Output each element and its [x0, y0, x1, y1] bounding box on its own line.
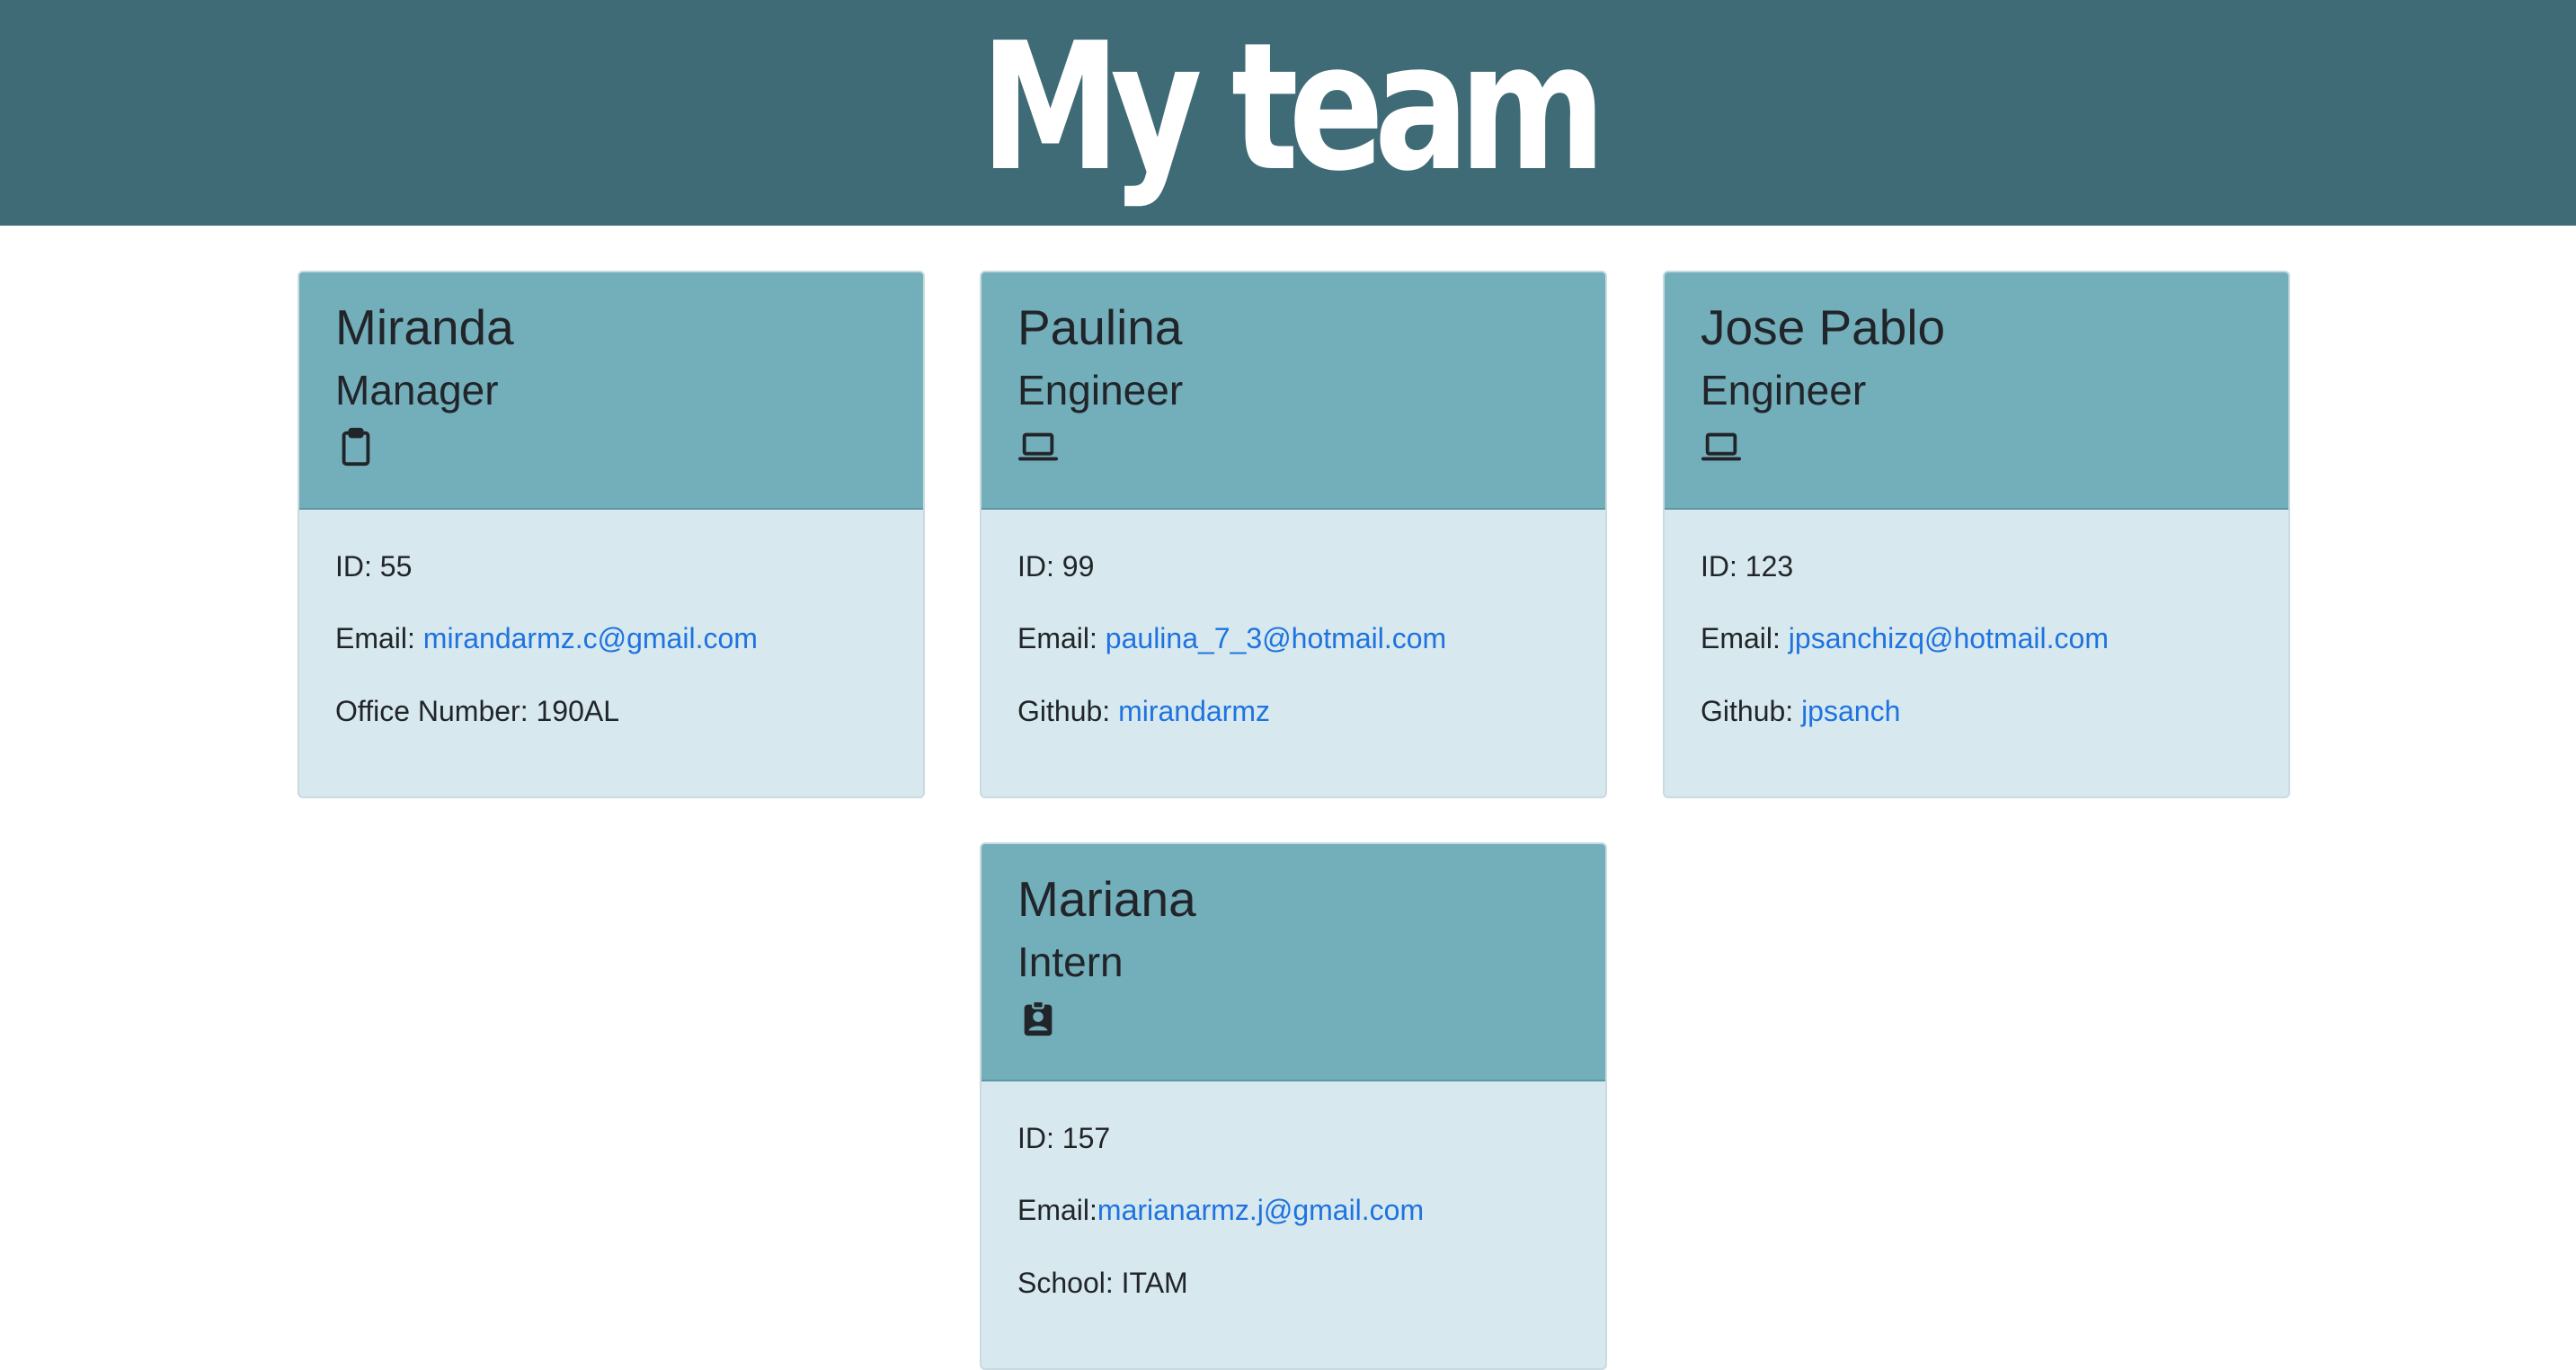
- employee-name: Miranda: [335, 299, 514, 355]
- employee-card: Miranda Manager ID: 55 Email: mirandarmz…: [298, 271, 925, 798]
- email-link[interactable]: marianarmz.j@gmail.com: [1097, 1194, 1424, 1226]
- page-title: My team: [980, 4, 1606, 210]
- laptop-icon: [1017, 426, 1059, 467]
- github-link[interactable]: jpsanch: [1801, 695, 1900, 727]
- employee-name: Jose Pablo: [1701, 299, 1946, 355]
- email-label: Email:: [1017, 622, 1106, 655]
- employee-id: ID: 55: [335, 550, 413, 583]
- github-link[interactable]: mirandarmz: [1118, 695, 1270, 727]
- employee-card: Mariana Intern ID: 157 Email:marianarmz.…: [980, 842, 1607, 1370]
- school-name: School: ITAM: [1017, 1266, 1188, 1299]
- card-body: ID: 157 Email:marianarmz.j@gmail.com Sch…: [982, 1081, 1605, 1356]
- badge-icon: [1017, 998, 1059, 1039]
- github-row: Github: mirandarmz: [1017, 694, 1569, 728]
- email-link[interactable]: mirandarmz.c@gmail.com: [423, 622, 758, 654]
- email-link[interactable]: jpsanchizq@hotmail.com: [1789, 622, 2109, 654]
- clipboard-icon: [335, 426, 377, 467]
- email-label: Email:: [335, 622, 423, 655]
- employee-id: ID: 99: [1017, 550, 1095, 583]
- employee-email-row: Email: jpsanchizq@hotmail.com: [1701, 621, 2252, 655]
- laptop-icon: [1701, 426, 1742, 467]
- page-header: My team: [0, 0, 2576, 226]
- card-header: Mariana Intern: [982, 844, 1605, 1081]
- email-link[interactable]: paulina_7_3@hotmail.com: [1106, 622, 1446, 654]
- employee-id: ID: 123: [1701, 550, 1794, 583]
- employee-name: Paulina: [1017, 299, 1183, 355]
- card-header: Miranda Manager: [299, 272, 923, 510]
- card-header: Paulina Engineer: [982, 272, 1605, 510]
- employee-name: Mariana: [1017, 871, 1196, 927]
- card-body: ID: 123 Email: jpsanchizq@hotmail.com Gi…: [1665, 510, 2288, 784]
- card-body: ID: 55 Email: mirandarmz.c@gmail.com Off…: [299, 510, 923, 784]
- card-header: Jose Pablo Engineer: [1665, 272, 2288, 510]
- employee-card: Paulina Engineer ID: 99 Email: paulina_7…: [980, 271, 1607, 798]
- email-label: Email:: [1017, 1194, 1097, 1227]
- office-number: Office Number: 190AL: [335, 694, 620, 727]
- email-label: Email:: [1701, 622, 1789, 655]
- employee-email-row: Email: mirandarmz.c@gmail.com: [335, 621, 887, 655]
- github-label: Github:: [1017, 694, 1119, 727]
- employee-email-row: Email:marianarmz.j@gmail.com: [1017, 1193, 1569, 1227]
- employee-card: Jose Pablo Engineer ID: 123 Email: jpsan…: [1663, 271, 2290, 798]
- employee-role: Engineer: [1701, 367, 1867, 414]
- employee-role: Manager: [335, 367, 499, 414]
- employee-role: Intern: [1017, 939, 1124, 985]
- employee-email-row: Email: paulina_7_3@hotmail.com: [1017, 621, 1569, 655]
- github-row: Github: jpsanch: [1701, 694, 2252, 728]
- employee-id: ID: 157: [1017, 1122, 1111, 1154]
- employee-role: Engineer: [1017, 367, 1184, 414]
- card-body: ID: 99 Email: paulina_7_3@hotmail.com Gi…: [982, 510, 1605, 784]
- github-label: Github:: [1701, 694, 1802, 727]
